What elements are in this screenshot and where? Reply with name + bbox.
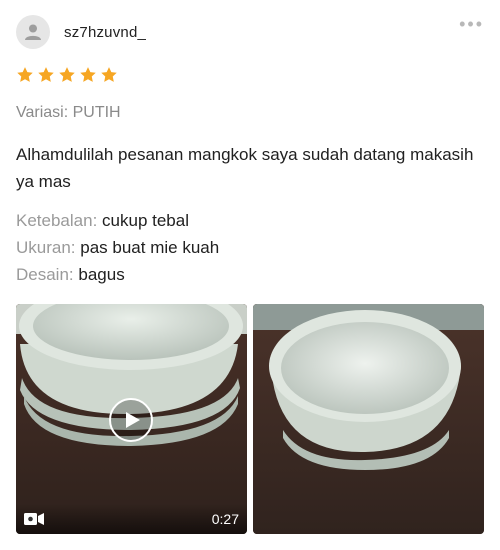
attribute-value: pas buat mie kuah [80,238,220,257]
review-photo-thumbnail[interactable] [253,304,484,534]
review-video-thumbnail[interactable]: 0:27 [16,304,247,534]
star-icon [37,66,55,84]
star-rating [16,66,118,84]
video-info-bar: 0:27 [16,504,247,534]
attribute-row: Desain: bagus [16,261,219,288]
video-duration: 0:27 [211,511,239,527]
attribute-value: bagus [78,265,125,284]
video-camera-icon [24,513,44,525]
username[interactable]: sz7hzuvnd_ [64,24,146,41]
play-button[interactable] [109,398,153,442]
bowl-image [253,304,484,534]
review-header: sz7hzuvnd_ ••• [16,14,486,50]
review-comment: Alhamdulilah pesanan mangkok saya sudah … [16,145,474,191]
play-icon [126,412,140,428]
star-icon [16,66,34,84]
star-icon [58,66,76,84]
star-icon [79,66,97,84]
attribute-row: Ukuran: pas buat mie kuah [16,234,219,261]
attribute-value: cukup tebal [102,211,189,230]
avatar[interactable] [16,15,50,49]
user-icon [25,24,41,40]
attribute-key: Ketebalan: [16,211,98,230]
attribute-row: Ketebalan: cukup tebal [16,207,219,234]
more-dots-icon[interactable]: ••• [459,14,484,34]
review-attributes: Ketebalan: cukup tebal Ukuran: pas buat … [16,207,219,288]
attribute-key: Desain: [16,265,74,284]
attribute-key: Ukuran: [16,238,76,257]
star-icon [100,66,118,84]
variant-label: Variasi: PUTIH [16,104,121,121]
